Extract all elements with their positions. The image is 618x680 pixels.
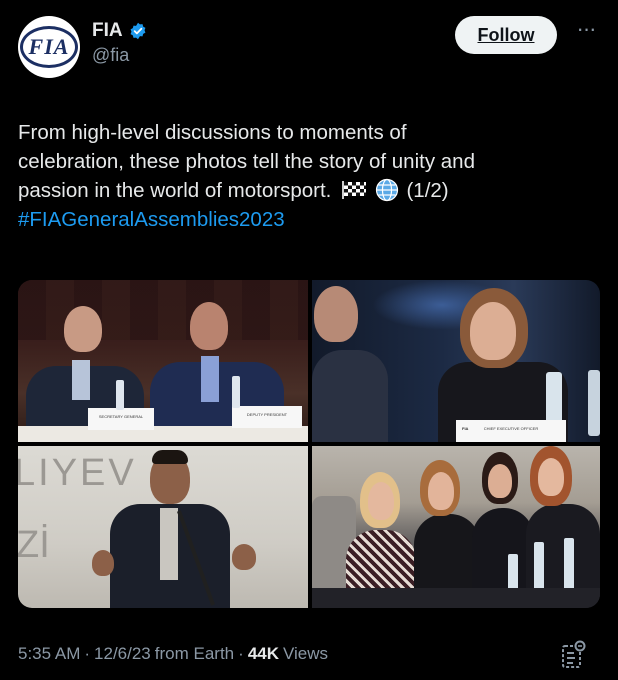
separator: · [84, 644, 91, 663]
tweet-text: From high-level discussions to moments o… [18, 118, 588, 234]
nameplate-logo: FIA [462, 426, 469, 431]
wall-lettering-2: Zİ [18, 524, 50, 566]
separator: · [238, 644, 244, 663]
fia-logo: FIA [20, 26, 78, 68]
nameplate-title: CHIEF EXECUTIVE OFFICER [483, 426, 539, 431]
nameplate-deputy-president: DEPUTY PRESIDENT [232, 406, 302, 428]
tweet-meta: 5:35 AM · 12/6/23 from Earth · 44K Views [18, 644, 328, 664]
tweet-line-1: From high-level discussions to moments o… [18, 121, 407, 144]
hashtag-link[interactable]: #FIAGeneralAssemblies2023 [18, 205, 588, 234]
wall-lettering-1: LIYEV [18, 452, 137, 494]
verified-badge-icon [130, 22, 146, 40]
tweet-line-3-text: passion in the world of motorsport. [18, 179, 332, 202]
chequered-flag-icon [342, 181, 367, 199]
account-handle[interactable]: @fia [92, 45, 147, 66]
photo-ceo-speaking[interactable]: FIA CHIEF EXECUTIVE OFFICER [312, 280, 600, 442]
photo-president-speech[interactable]: LIYEV Zİ [18, 446, 308, 608]
views-count: 44K [247, 644, 279, 663]
account-info: FIA @fia [92, 20, 147, 66]
more-options-icon[interactable]: ··· [571, 18, 601, 50]
nameplate-secretary-general: SECRETARY GENERAL [88, 408, 154, 430]
analytics-icon[interactable] [560, 640, 586, 670]
tweet-header: FIA FIA @fia Follow ··· [18, 16, 600, 80]
photo-grid: SECRETARY GENERAL DEPUTY PRESIDENT FIA C… [18, 280, 600, 608]
tweet-source: from Earth [154, 644, 235, 663]
thread-counter: (1/2) [406, 179, 449, 202]
tweet-line-2: celebration, these photos tell the story… [18, 150, 475, 173]
tweet-time[interactable]: 5:35 AM [18, 644, 80, 664]
tweet-line-3: passion in the world of motorsport. (1/2… [18, 176, 588, 205]
follow-button[interactable]: Follow [455, 16, 557, 54]
globe-icon [375, 178, 398, 202]
nameplate-chief-executive: FIA CHIEF EXECUTIVE OFFICER [456, 420, 566, 442]
account-name[interactable]: FIA [92, 20, 123, 42]
photo-officials-panel[interactable]: SECRETARY GENERAL DEPUTY PRESIDENT [18, 280, 308, 442]
photo-delegates-seated[interactable] [312, 446, 600, 608]
views-label: Views [283, 644, 329, 663]
avatar[interactable]: FIA [18, 16, 80, 78]
tweet-date[interactable]: 12/6/23 [94, 644, 151, 664]
avatar-logo-text: FIA [28, 34, 70, 59]
